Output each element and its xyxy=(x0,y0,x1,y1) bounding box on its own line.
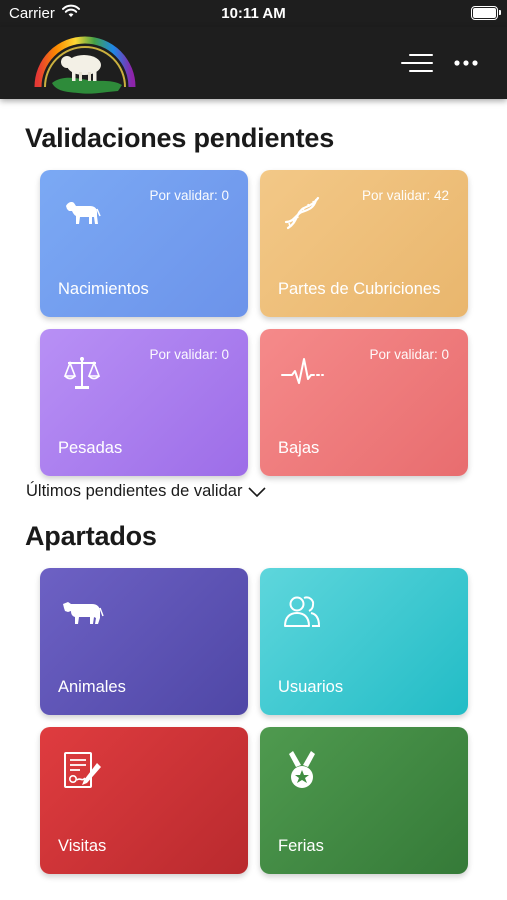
more-dots-icon[interactable] xyxy=(452,55,480,71)
card-usuarios[interactable]: Usuarios xyxy=(260,568,468,715)
nacimientos-label: Nacimientos xyxy=(58,280,149,298)
card-bajas[interactable]: Por validar: 0 Bajas xyxy=(260,329,468,476)
usuarios-label: Usuarios xyxy=(278,678,344,696)
animales-label: Animales xyxy=(58,678,126,696)
visitas-label: Visitas xyxy=(58,837,107,855)
pesadas-label: Pesadas xyxy=(58,439,123,457)
chevron-down-icon xyxy=(248,486,267,497)
card-ferias[interactable]: Ferias xyxy=(260,727,468,874)
calf-icon xyxy=(66,202,101,224)
dna-icon xyxy=(284,196,320,230)
card-animales[interactable]: Animales xyxy=(40,568,248,715)
users-icon xyxy=(284,596,321,627)
battery-icon xyxy=(471,6,501,20)
pending-toggle-label: Últimos pendientes de validar xyxy=(26,482,243,500)
document-pen-icon xyxy=(64,752,101,788)
medal-icon xyxy=(289,751,315,788)
card-pesadas[interactable]: Por validar: 0 Pesadas xyxy=(40,329,248,476)
bajas-label: Bajas xyxy=(278,439,320,457)
ferias-label: Ferias xyxy=(278,837,324,855)
card-nacimientos[interactable]: Por validar: 0 Nacimientos xyxy=(40,170,248,317)
heartbeat-icon xyxy=(281,358,324,384)
card-partes-cubriciones[interactable]: Por validar: 42 Partes de Cubriciones xyxy=(260,170,468,317)
cubriciones-label: Partes de Cubriciones xyxy=(278,280,441,298)
pending-toggle[interactable]: Últimos pendientes de validar xyxy=(26,482,267,501)
status-bar: Carrier 10:11 AM xyxy=(0,0,507,27)
cow-icon xyxy=(63,602,104,624)
clock: 10:11 AM xyxy=(221,5,286,22)
scale-icon xyxy=(63,357,101,389)
pesadas-count: Por validar: 0 xyxy=(149,347,229,362)
menu-lines-icon[interactable] xyxy=(400,49,434,77)
app-header xyxy=(0,27,507,99)
cubriciones-count: Por validar: 42 xyxy=(361,188,449,203)
validaciones-title: Validaciones pendientes xyxy=(25,123,335,153)
association-logo xyxy=(34,36,136,94)
apartados-title: Apartados xyxy=(25,521,157,551)
nacimientos-count: Por validar: 0 xyxy=(149,188,229,203)
card-visitas[interactable]: Visitas xyxy=(40,727,248,874)
bajas-count: Por validar: 0 xyxy=(369,347,449,362)
